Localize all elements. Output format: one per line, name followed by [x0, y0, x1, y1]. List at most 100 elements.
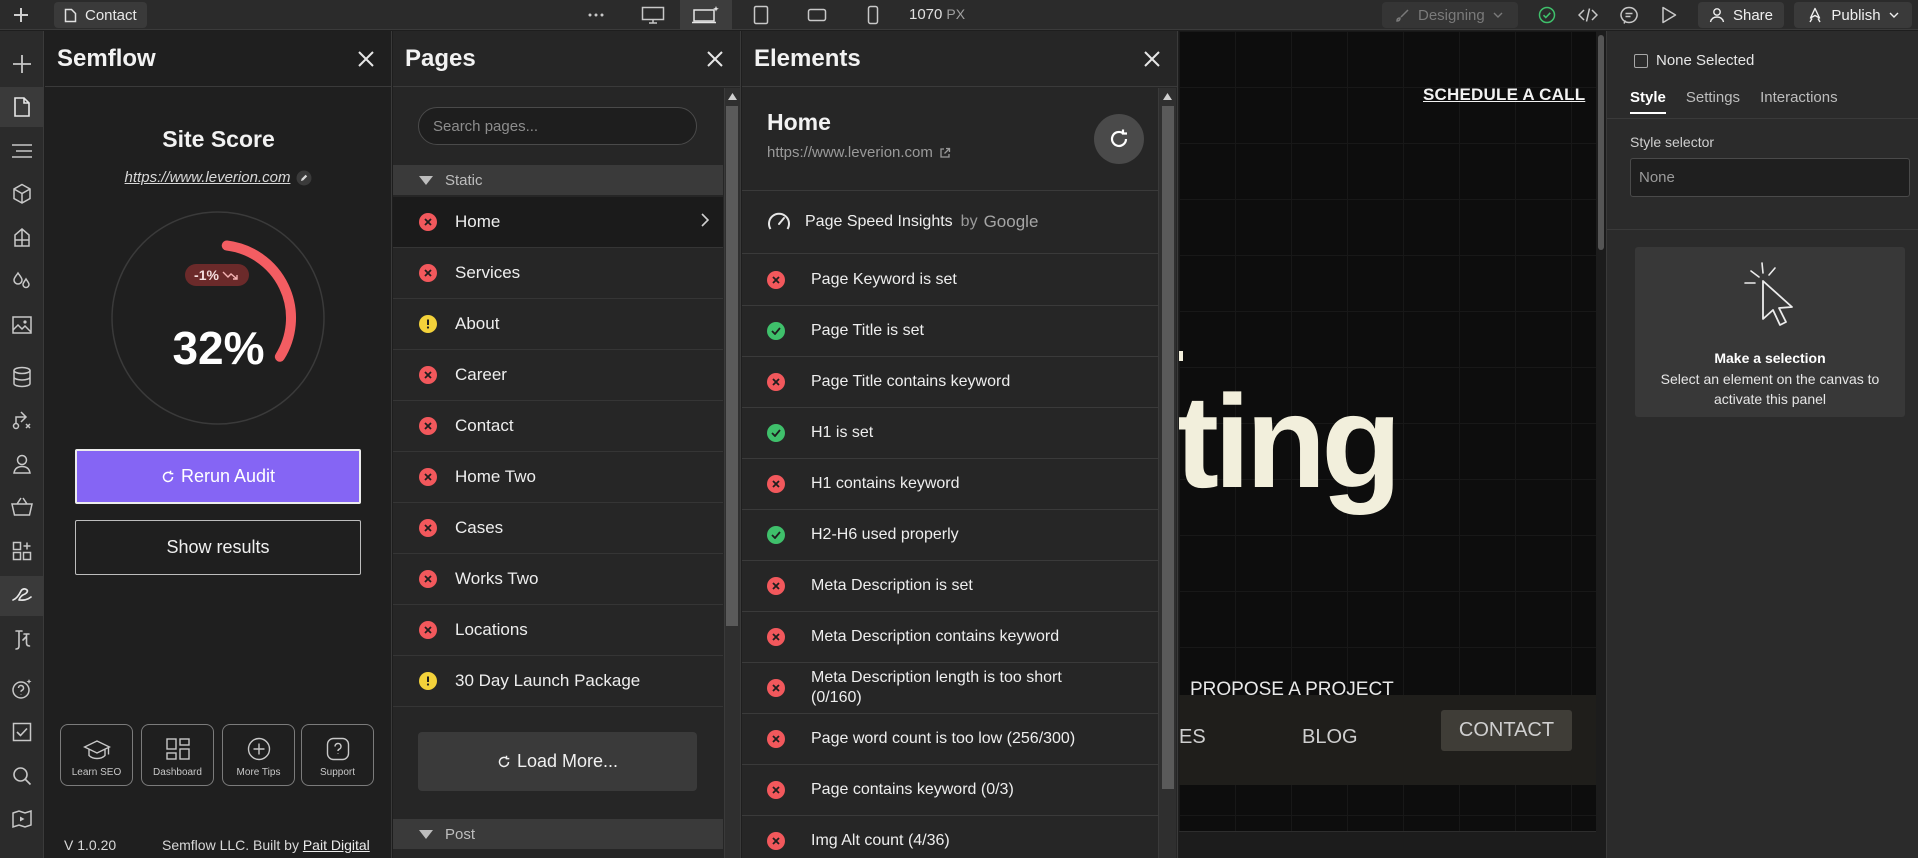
app-extension-icon[interactable]: [0, 620, 44, 660]
selection-checkbox[interactable]: [1634, 53, 1648, 68]
schedule-call-link[interactable]: SCHEDULE A CALL: [1423, 85, 1585, 105]
edit-pencil-icon[interactable]: [296, 170, 312, 186]
show-results-button[interactable]: Show results: [75, 520, 361, 575]
hero-heading-fragment[interactable]: ting: [1179, 376, 1402, 508]
video-tutorials-icon[interactable]: [0, 799, 44, 839]
elements-scrollbar-thumb[interactable]: [1162, 106, 1174, 789]
pages-scrollbar-thumb[interactable]: [726, 106, 738, 626]
page-speed-insights-row[interactable]: Page Speed Insights by Google: [742, 191, 1158, 254]
assets-image-icon[interactable]: [0, 305, 44, 345]
add-elements-icon[interactable]: [0, 44, 44, 84]
seo-check-item[interactable]: H1 contains keyword: [742, 459, 1158, 510]
page-list-item[interactable]: About: [393, 299, 723, 350]
logic-flow-icon[interactable]: [0, 400, 44, 440]
ai-help-icon[interactable]: [0, 669, 44, 709]
error-status-icon: [419, 570, 437, 588]
page-list-item[interactable]: Home: [393, 197, 723, 248]
seo-check-item[interactable]: Meta Description length is too short (0/…: [742, 663, 1158, 714]
page-list-item[interactable]: Career: [393, 350, 723, 401]
page-list-item[interactable]: Locations: [393, 605, 723, 656]
scroll-up-arrow-icon[interactable]: [1163, 93, 1172, 100]
seo-check-item[interactable]: H2-H6 used properly: [742, 510, 1158, 561]
style-selectors-icon[interactable]: [0, 218, 44, 258]
tablet-breakpoint-icon[interactable]: [742, 0, 780, 30]
load-more-button[interactable]: Load More...: [418, 732, 697, 791]
selection-indicator[interactable]: None Selected: [1634, 52, 1754, 69]
desktop-breakpoint-icon[interactable]: [634, 0, 672, 30]
nav-link-partial[interactable]: ES: [1179, 726, 1206, 749]
more-options-icon[interactable]: [578, 0, 614, 30]
style-selector-input[interactable]: None: [1630, 158, 1910, 197]
semflow-app-icon[interactable]: [0, 576, 44, 616]
pages-scrollbar[interactable]: [724, 88, 740, 858]
page-list-item[interactable]: Services: [393, 248, 723, 299]
seo-check-item[interactable]: Page Title is set: [742, 306, 1158, 357]
close-icon[interactable]: [355, 48, 377, 70]
seo-check-label: Page Title is set: [811, 322, 924, 339]
close-icon[interactable]: [1141, 48, 1163, 70]
seo-check-item[interactable]: Page Keyword is set: [742, 255, 1158, 306]
refresh-page-button[interactable]: [1094, 114, 1144, 164]
learn-seo-button[interactable]: Learn SEO: [60, 724, 133, 786]
users-icon[interactable]: [0, 444, 44, 484]
error-status-icon: [767, 730, 785, 748]
seo-check-item[interactable]: Page contains keyword (0/3): [742, 765, 1158, 816]
more-tips-button[interactable]: More Tips: [222, 724, 295, 786]
nav-link-blog[interactable]: BLOG: [1302, 726, 1358, 749]
close-icon[interactable]: [704, 48, 726, 70]
selected-page-url[interactable]: https://www.leverion.com: [767, 144, 951, 161]
apps-icon[interactable]: [0, 531, 44, 571]
add-icon[interactable]: [10, 7, 32, 23]
tab-interactions[interactable]: Interactions: [1760, 89, 1838, 114]
comments-icon[interactable]: [1617, 0, 1641, 30]
canvas-vertical-scrollbar[interactable]: [1596, 31, 1606, 858]
base-breakpoint-icon[interactable]: [680, 0, 732, 30]
seo-check-item[interactable]: Page Title contains keyword: [742, 357, 1158, 408]
page-list-item[interactable]: Works Two: [393, 554, 723, 605]
audit-checkbox-icon[interactable]: [0, 712, 44, 752]
tab-settings[interactable]: Settings: [1686, 89, 1740, 114]
elements-scrollbar[interactable]: [1158, 88, 1176, 858]
current-page-selector[interactable]: Contact: [54, 2, 147, 28]
seo-check-item[interactable]: H1 is set: [742, 408, 1158, 459]
seo-check-item[interactable]: Page word count is too low (256/300): [742, 714, 1158, 765]
support-button[interactable]: Support: [301, 724, 374, 786]
site-url-link[interactable]: https://www.leverion.com: [45, 169, 392, 186]
search-pages-input[interactable]: [418, 107, 697, 145]
share-button[interactable]: Share: [1698, 2, 1784, 28]
publish-status-check-icon[interactable]: [1536, 0, 1558, 30]
rerun-audit-button[interactable]: Rerun Audit: [75, 449, 361, 504]
page-list-item[interactable]: Contact: [393, 401, 723, 452]
dashboard-button[interactable]: Dashboard: [141, 724, 214, 786]
credit-link[interactable]: Pait Digital: [303, 837, 370, 853]
search-icon[interactable]: [0, 756, 44, 796]
components-icon[interactable]: [0, 174, 44, 214]
ecommerce-basket-icon[interactable]: [0, 487, 44, 527]
nav-link-contact[interactable]: CONTACT: [1441, 710, 1572, 751]
pages-icon[interactable]: [0, 87, 44, 127]
page-list-item[interactable]: Home Two: [393, 452, 723, 503]
rocket-icon: [1807, 7, 1823, 23]
canvas-width-readout[interactable]: 1070 PX: [909, 6, 965, 23]
canvas-horizontal-scrollbar[interactable]: [1179, 831, 1606, 858]
code-icon[interactable]: [1576, 0, 1600, 30]
scroll-up-arrow-icon[interactable]: [728, 93, 737, 100]
mode-selector[interactable]: Designing: [1382, 2, 1518, 28]
seo-check-item[interactable]: Img Alt count (4/36): [742, 816, 1158, 858]
seo-check-item[interactable]: Meta Description is set: [742, 561, 1158, 612]
canvas-scrollbar-thumb[interactable]: [1598, 35, 1604, 250]
preview-play-icon[interactable]: [1657, 0, 1681, 30]
cms-database-icon[interactable]: [0, 357, 44, 397]
mobile-landscape-breakpoint-icon[interactable]: [798, 0, 836, 30]
post-group-header[interactable]: Post: [393, 819, 723, 849]
design-canvas[interactable]: SCHEDULE A CALL ting PROPOSE A PROJECT E…: [1179, 31, 1606, 858]
page-list-item[interactable]: 30 Day Launch Package: [393, 656, 723, 707]
variables-drops-icon[interactable]: [0, 261, 44, 301]
publish-button[interactable]: Publish: [1794, 2, 1912, 28]
page-list-item[interactable]: Cases: [393, 503, 723, 554]
navigator-icon[interactable]: [0, 131, 44, 171]
static-group-header[interactable]: Static: [393, 165, 723, 195]
mobile-portrait-breakpoint-icon[interactable]: [854, 0, 892, 30]
seo-check-item[interactable]: Meta Description contains keyword: [742, 612, 1158, 663]
tab-style[interactable]: Style: [1630, 89, 1666, 114]
